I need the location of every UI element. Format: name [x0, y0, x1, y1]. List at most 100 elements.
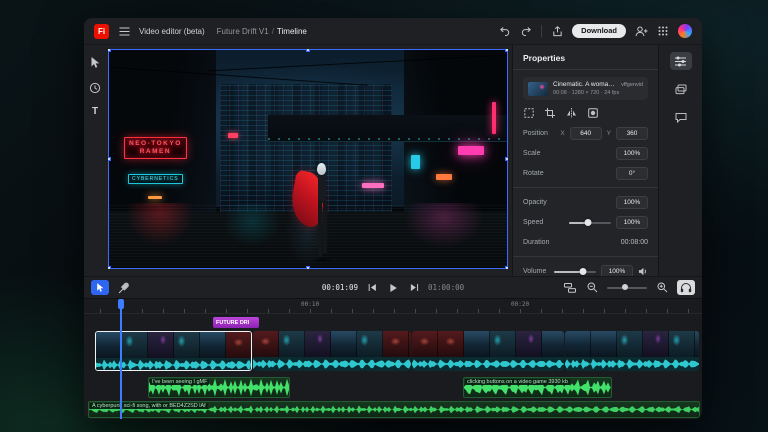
- audio-clip-label: I've been seeing I gMF: [150, 379, 209, 385]
- transform-icon[interactable]: [524, 108, 534, 118]
- video-frame-thumbnail: [305, 331, 331, 357]
- video-frame-thumbnail: [96, 332, 122, 358]
- select-tool-icon[interactable]: [88, 55, 102, 69]
- breadcrumb-page: Timeline: [277, 27, 307, 36]
- firefly-logo[interactable]: Fi: [94, 24, 109, 39]
- neon-sign: [411, 155, 420, 169]
- breadcrumb: Future Drift V1 / Timeline: [217, 27, 307, 36]
- share-icon[interactable]: [550, 24, 564, 38]
- speed-input[interactable]: [616, 216, 648, 229]
- left-tool-rail: T: [84, 45, 106, 276]
- music-clip[interactable]: A cyberpunk sci-fi song, with or BED4Z2S…: [88, 401, 700, 418]
- rotate-input[interactable]: [616, 167, 648, 180]
- ruler-label: 00:10: [301, 301, 319, 308]
- video-clip[interactable]: [565, 331, 699, 371]
- resize-handle[interactable]: [505, 49, 508, 52]
- video-frame-thumbnail: [409, 331, 411, 357]
- selected-clip-card[interactable]: Cinematic. A woman looks a... vffgenvid …: [523, 77, 648, 100]
- razor-tool-icon[interactable]: [117, 281, 131, 295]
- neon-sign: [458, 146, 484, 155]
- properties-panel: Properties Cinematic. A woman looks a...…: [512, 45, 658, 276]
- position-x-input[interactable]: [570, 127, 602, 140]
- duration-value: 00:08:00: [621, 239, 648, 246]
- silver-hair: [317, 163, 326, 175]
- video-clip[interactable]: [412, 331, 564, 371]
- timeline-zoom-slider[interactable]: [607, 287, 647, 289]
- video-frame-thumbnail: [226, 332, 251, 358]
- play-button-icon[interactable]: [386, 281, 400, 295]
- audio-preview-button[interactable]: [677, 280, 695, 295]
- neon-lamp: [148, 196, 162, 199]
- music-clip-label: A cyberpunk sci-fi song, with or BED4Z2S…: [90, 403, 208, 409]
- audio-clip[interactable]: clicking buttons on a video game 3930 kb: [463, 377, 612, 398]
- video-clip-selected[interactable]: [95, 331, 252, 371]
- scale-row: Scale: [523, 147, 648, 160]
- video-audio-waveform: [412, 357, 564, 371]
- resize-handle[interactable]: [108, 49, 111, 52]
- zoom-out-icon[interactable]: [585, 281, 599, 295]
- crop-icon[interactable]: [545, 108, 555, 118]
- video-frame-thumbnail: [148, 332, 174, 358]
- redo-icon[interactable]: [519, 24, 533, 38]
- clip-thumbnail: [528, 82, 548, 96]
- history-tool-icon[interactable]: [88, 81, 102, 95]
- total-time: 01:00:00: [428, 283, 464, 292]
- video-frame-thumbnail: [122, 332, 148, 358]
- volume-slider[interactable]: [554, 271, 596, 273]
- track-layout-icon[interactable]: [563, 281, 577, 295]
- video-frame-thumbnail: [565, 331, 591, 357]
- undo-icon[interactable]: [497, 24, 511, 38]
- right-icon-rail: [658, 45, 702, 276]
- video-frame-thumbnail: [617, 331, 643, 357]
- title-clip[interactable]: FUTURE DRI: [213, 317, 259, 328]
- speed-slider[interactable]: [569, 222, 611, 224]
- mask-icon[interactable]: [588, 108, 598, 118]
- comments-tab-icon[interactable]: [670, 108, 692, 126]
- video-frame-thumbnail: [669, 331, 695, 357]
- opacity-input[interactable]: [616, 196, 648, 209]
- user-avatar[interactable]: [678, 24, 692, 38]
- film-strip: [253, 331, 411, 357]
- position-y-input[interactable]: [616, 127, 648, 140]
- download-button[interactable]: Download: [572, 24, 626, 38]
- audio-clip[interactable]: I've been seeing I gMF: [148, 377, 290, 398]
- properties-tab-icon[interactable]: [670, 52, 692, 70]
- opacity-row: Opacity: [523, 196, 648, 209]
- video-preview[interactable]: NEO-TOKYO RAMEN CYBERNETICS: [108, 49, 508, 269]
- layers-tab-icon[interactable]: [670, 80, 692, 98]
- position-row: Position X Y: [523, 127, 648, 140]
- scale-input[interactable]: [616, 147, 648, 160]
- breadcrumb-project[interactable]: Future Drift V1: [217, 27, 269, 36]
- playhead[interactable]: [120, 299, 122, 419]
- text-tool-icon[interactable]: T: [92, 107, 98, 117]
- neon-sign: [228, 133, 238, 138]
- neon-strip: [492, 102, 496, 134]
- resize-handle[interactable]: [306, 266, 310, 269]
- add-person-icon[interactable]: [634, 24, 648, 38]
- previous-frame-icon[interactable]: [365, 281, 379, 295]
- hamburger-menu-icon[interactable]: [117, 24, 131, 38]
- preview-overpass: [268, 115, 508, 142]
- zoom-in-icon[interactable]: [655, 281, 669, 295]
- resize-handle[interactable]: [306, 49, 310, 52]
- resize-handle[interactable]: [108, 266, 111, 269]
- transport-controls: 00:01:09 01:00:00: [322, 281, 464, 295]
- timeline-panel: 00:10 00:20 FUTURE DRI I've been seeing …: [84, 298, 702, 419]
- apps-grid-icon[interactable]: [656, 24, 670, 38]
- neon-sign-ramen: NEO-TOKYO RAMEN: [124, 137, 187, 159]
- timeline-ruler[interactable]: 00:10 00:20: [84, 299, 702, 314]
- resize-handle[interactable]: [108, 157, 111, 161]
- speaker-icon[interactable]: [638, 267, 648, 276]
- flip-horizontal-icon[interactable]: [566, 108, 577, 118]
- video-frame-thumbnail: [357, 331, 383, 357]
- video-frame-thumbnail: [383, 331, 409, 357]
- resize-handle[interactable]: [505, 157, 508, 161]
- speed-row: Speed: [523, 216, 648, 229]
- video-clip[interactable]: [253, 331, 411, 371]
- next-frame-icon[interactable]: [407, 281, 421, 295]
- neon-sign: [436, 174, 452, 180]
- timeline-select-tool[interactable]: [91, 280, 109, 295]
- rotate-row: Rotate: [523, 167, 648, 180]
- resize-handle[interactable]: [505, 266, 508, 269]
- clip-suffix: vffgenvid: [621, 82, 643, 88]
